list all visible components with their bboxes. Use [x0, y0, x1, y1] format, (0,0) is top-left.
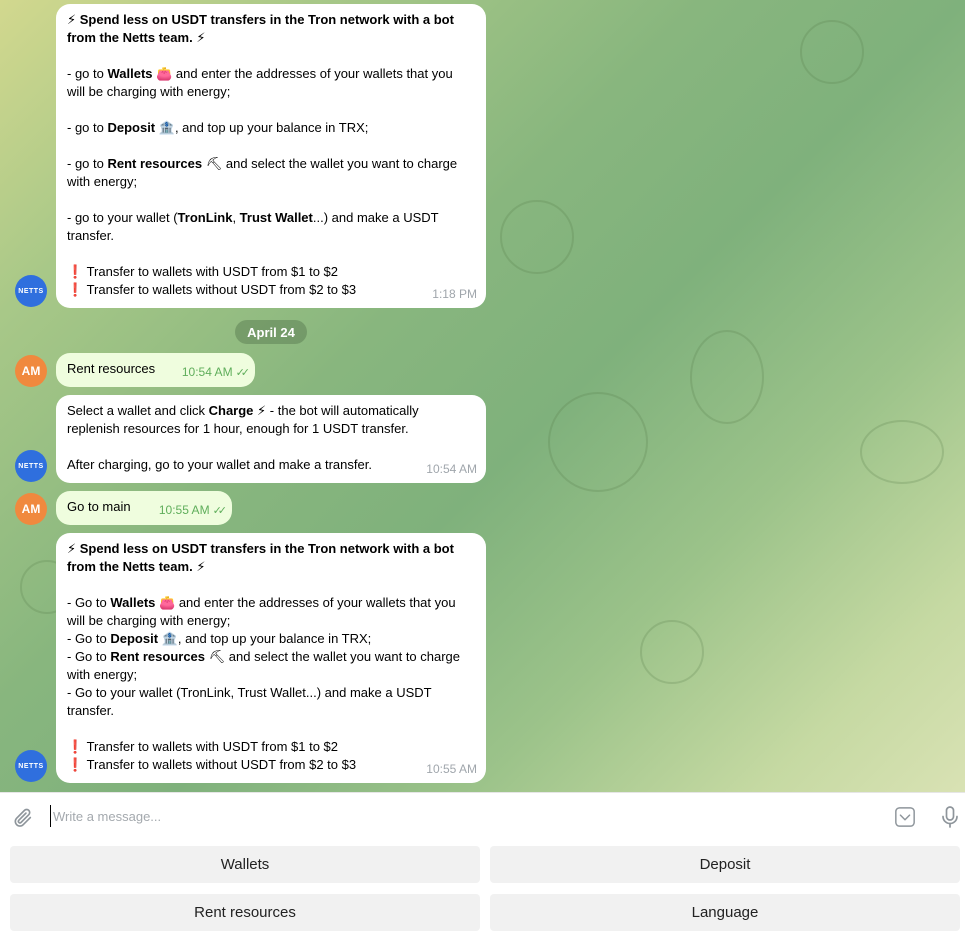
message-time: 10:54 AM ✓✓ — [181, 365, 251, 379]
message-title: from the Netts team. — [67, 559, 193, 574]
bot-avatar[interactable]: NETTS — [15, 750, 47, 782]
pickaxe-icon: ⛏ — [205, 156, 223, 171]
bot-avatar[interactable]: NETTS — [15, 450, 47, 482]
lightning-icon: ⚡ — [257, 403, 267, 418]
exclamation-icon: ❗ — [67, 757, 84, 772]
lightning-icon: ⚡ — [67, 541, 77, 556]
bank-icon: 🏦 — [161, 631, 178, 646]
deposit-button[interactable]: Deposit — [490, 846, 960, 883]
bank-icon: 🏦 — [158, 120, 175, 135]
background-doodle — [640, 620, 704, 684]
message-input[interactable] — [50, 805, 873, 827]
user-avatar[interactable]: AM — [15, 355, 47, 387]
message-composer — [0, 792, 965, 839]
purse-icon: 👛 — [156, 66, 173, 81]
exclamation-icon: ❗ — [67, 264, 84, 279]
message-title: Spend less on USDT transfers in the Tron… — [79, 541, 454, 556]
bot-keyboard-icon[interactable] — [894, 806, 916, 828]
bot-avatar[interactable]: NETTS — [15, 275, 47, 307]
lightning-icon: ⚡ — [196, 30, 206, 45]
background-doodle — [548, 392, 648, 492]
microphone-icon[interactable] — [940, 805, 960, 829]
user-message[interactable]: Rent resources 10:54 AM ✓✓ — [56, 353, 255, 387]
background-doodle — [690, 330, 764, 424]
double-check-icon: ✓✓ — [235, 367, 251, 379]
date-separator: April 24 — [235, 320, 307, 344]
language-button[interactable]: Language — [490, 894, 960, 931]
exclamation-icon: ❗ — [67, 282, 84, 297]
lightning-icon: ⚡ — [67, 12, 77, 27]
pickaxe-icon: ⛏ — [208, 649, 226, 664]
message-time: 1:18 PM — [432, 287, 477, 301]
rent-resources-button[interactable]: Rent resources — [10, 894, 480, 931]
wallets-button[interactable]: Wallets — [10, 846, 480, 883]
paperclip-icon[interactable] — [12, 807, 34, 829]
background-doodle — [860, 420, 944, 484]
user-avatar[interactable]: AM — [15, 493, 47, 525]
message-time: 10:55 AM — [426, 762, 477, 776]
user-message[interactable]: Go to main 10:55 AM ✓✓ — [56, 491, 232, 525]
bot-message[interactable]: Select a wallet and click Charge ⚡ - the… — [56, 395, 486, 483]
background-doodle — [800, 20, 864, 84]
exclamation-icon: ❗ — [67, 739, 84, 754]
double-check-icon: ✓✓ — [212, 505, 228, 517]
message-title: Spend less on USDT transfers in the Tron… — [79, 12, 454, 27]
message-time: 10:55 AM ✓✓ — [158, 503, 228, 517]
message-title: from the Netts team. — [67, 30, 193, 45]
bot-reply-keyboard: Wallets Deposit Rent resources Language — [0, 838, 965, 934]
bot-message[interactable]: ⚡ Spend less on USDT transfers in the Tr… — [56, 4, 486, 308]
purse-icon: 👛 — [159, 595, 176, 610]
chat-area[interactable]: ⚡ Spend less on USDT transfers in the Tr… — [0, 0, 965, 792]
lightning-icon: ⚡ — [196, 559, 206, 574]
bot-message[interactable]: ⚡ Spend less on USDT transfers in the Tr… — [56, 533, 486, 783]
background-doodle — [500, 200, 574, 274]
message-time: 10:54 AM — [426, 462, 477, 476]
